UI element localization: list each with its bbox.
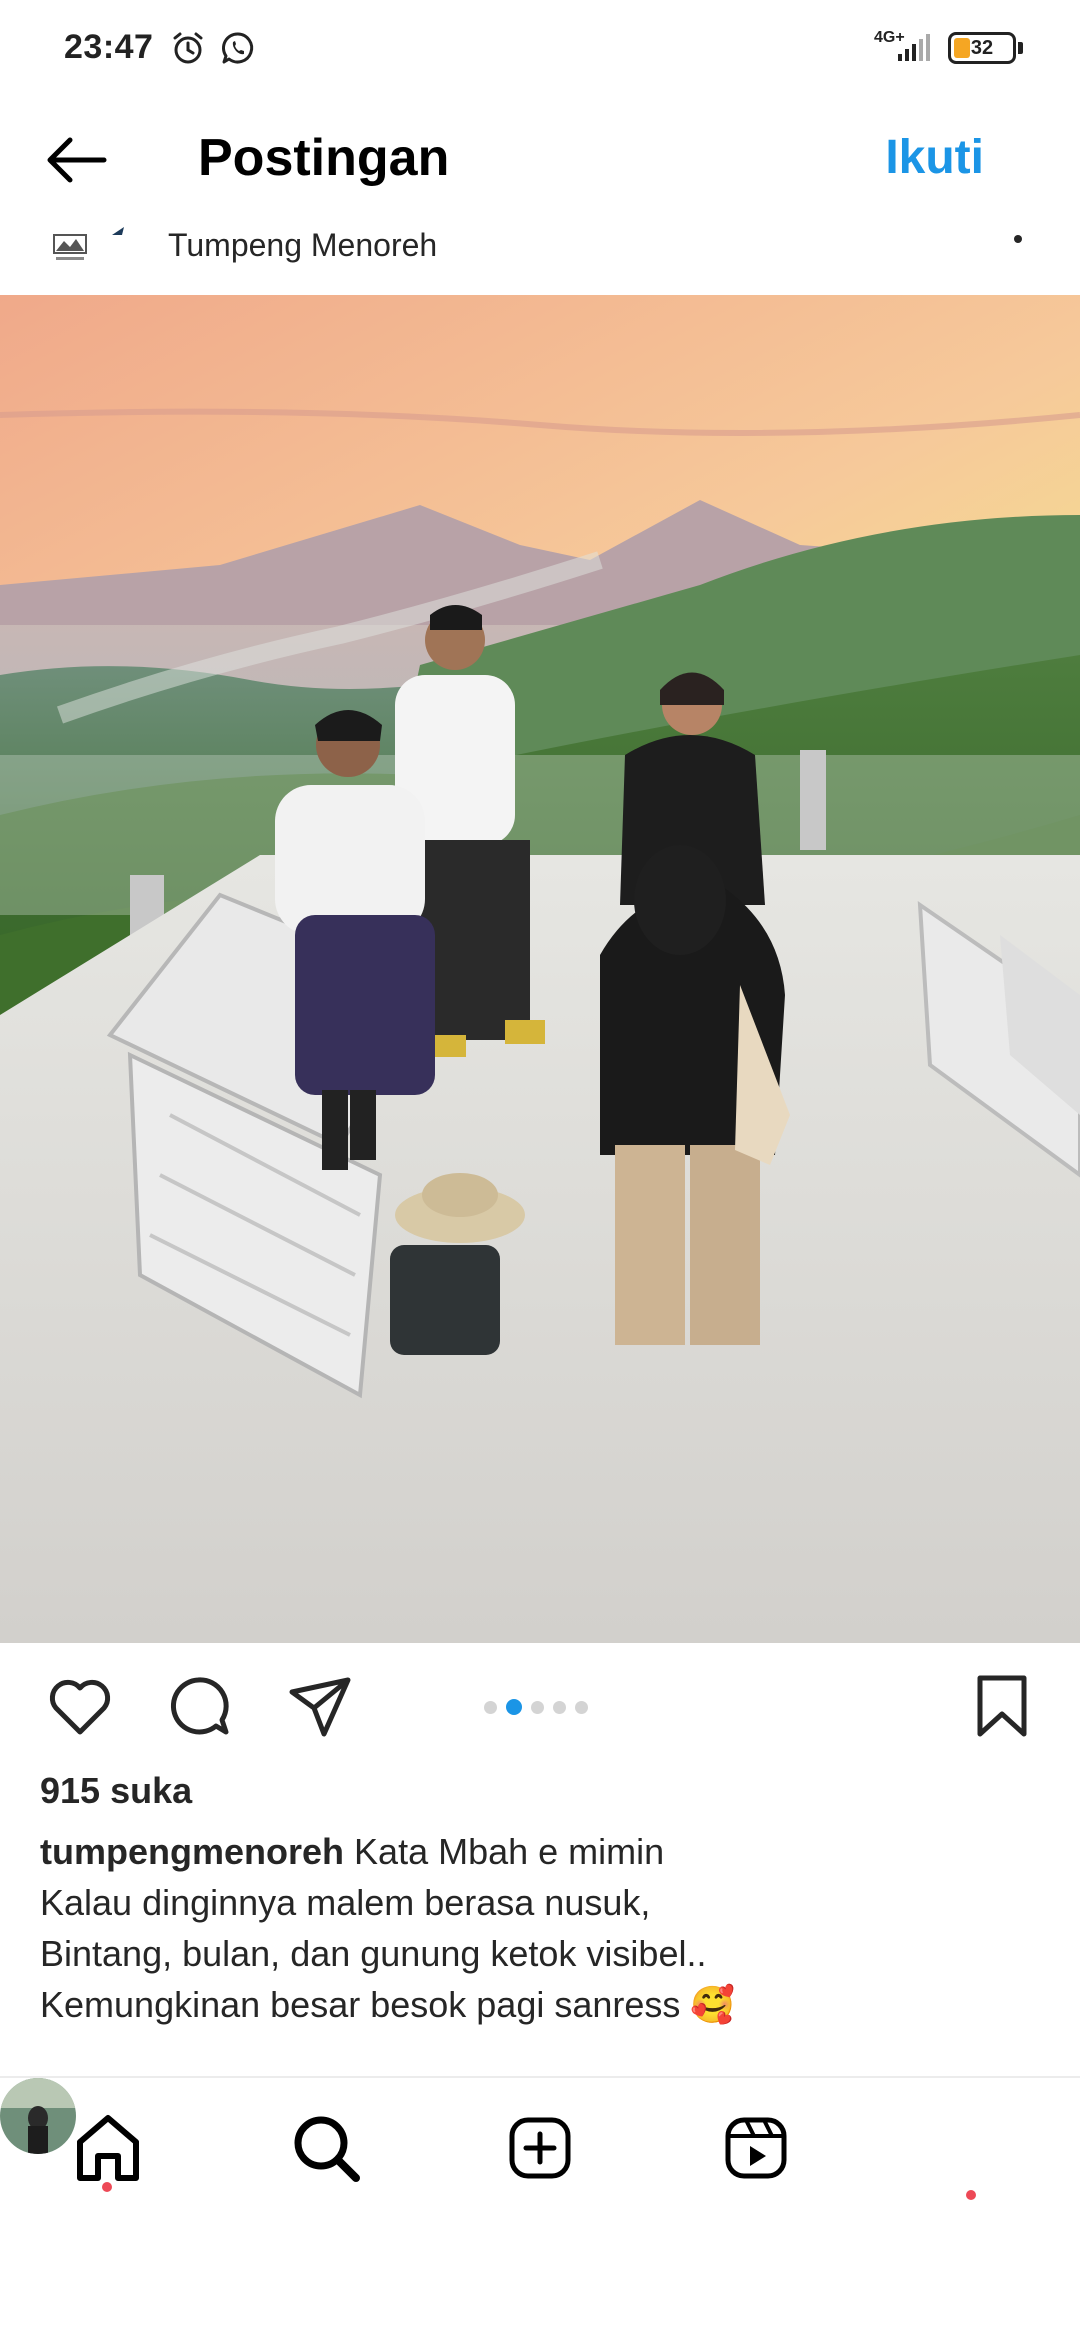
alarm-icon — [173, 32, 203, 64]
reels-icon[interactable] — [716, 2108, 796, 2188]
account-logo-icon[interactable] — [50, 227, 90, 267]
home-icon[interactable] — [68, 2108, 148, 2188]
more-options-icon[interactable] — [1014, 235, 1022, 243]
header: Postingan Ikuti — [0, 110, 1080, 210]
home-notification-dot — [102, 2182, 112, 2192]
likes-count[interactable]: 915 suka — [40, 1770, 192, 1812]
caption-line: Bintang, bulan, dan gunung ketok visibel… — [40, 1933, 707, 1974]
bottom-nav — [0, 2078, 1080, 2218]
profile-photo — [0, 2078, 76, 2154]
profile-avatar[interactable] — [0, 2078, 76, 2154]
post-caption: tumpengmenoreh Kata Mbah e mimin Kalau d… — [40, 1826, 1040, 2030]
caption-line: Kalau dinginnya malem berasa nusuk, — [40, 1882, 651, 1923]
create-post-icon[interactable] — [500, 2108, 580, 2188]
carousel-dot-active — [506, 1699, 522, 1715]
action-bar — [0, 1660, 1080, 1750]
caption-line: Kemungkinan besar besok pagi sanress 🥰 — [40, 1984, 736, 2025]
caption-username[interactable]: tumpengmenoreh — [40, 1831, 344, 1872]
carousel-dot — [553, 1700, 566, 1714]
bookmark-icon[interactable] — [966, 1670, 1038, 1742]
verified-mark-icon — [112, 227, 124, 235]
status-time: 23:47 — [64, 28, 154, 66]
carousel-dot — [575, 1700, 588, 1714]
carousel-dot — [531, 1700, 544, 1714]
status-bar: 23:47 4G+ 32 — [0, 0, 1080, 100]
battery-icon: 32 — [948, 32, 1016, 64]
heart-icon[interactable] — [44, 1670, 116, 1742]
profile-notification-dot — [966, 2190, 976, 2200]
battery-level: 32 — [970, 37, 994, 59]
caption-text: Kata Mbah e mimin — [354, 1831, 665, 1872]
share-icon[interactable] — [284, 1670, 356, 1742]
whatsapp-icon — [222, 32, 254, 64]
follow-button[interactable]: Ikuti — [885, 130, 984, 185]
page-title: Postingan — [198, 129, 450, 187]
account-row[interactable]: Tumpeng Menoreh — [0, 215, 1080, 295]
account-name[interactable]: Tumpeng Menoreh — [168, 227, 437, 264]
caption-first-line: tumpengmenoreh Kata Mbah e mimin — [40, 1826, 1040, 1877]
signal-icon — [898, 34, 930, 61]
carousel-indicator — [484, 1699, 588, 1715]
search-icon[interactable] — [286, 2108, 366, 2188]
post-photo[interactable] — [0, 295, 1080, 1643]
comment-icon[interactable] — [162, 1670, 234, 1742]
back-arrow-icon[interactable] — [42, 132, 110, 188]
landscape-photo — [0, 295, 1080, 1643]
battery-tip — [1018, 42, 1023, 54]
carousel-dot — [484, 1700, 497, 1714]
